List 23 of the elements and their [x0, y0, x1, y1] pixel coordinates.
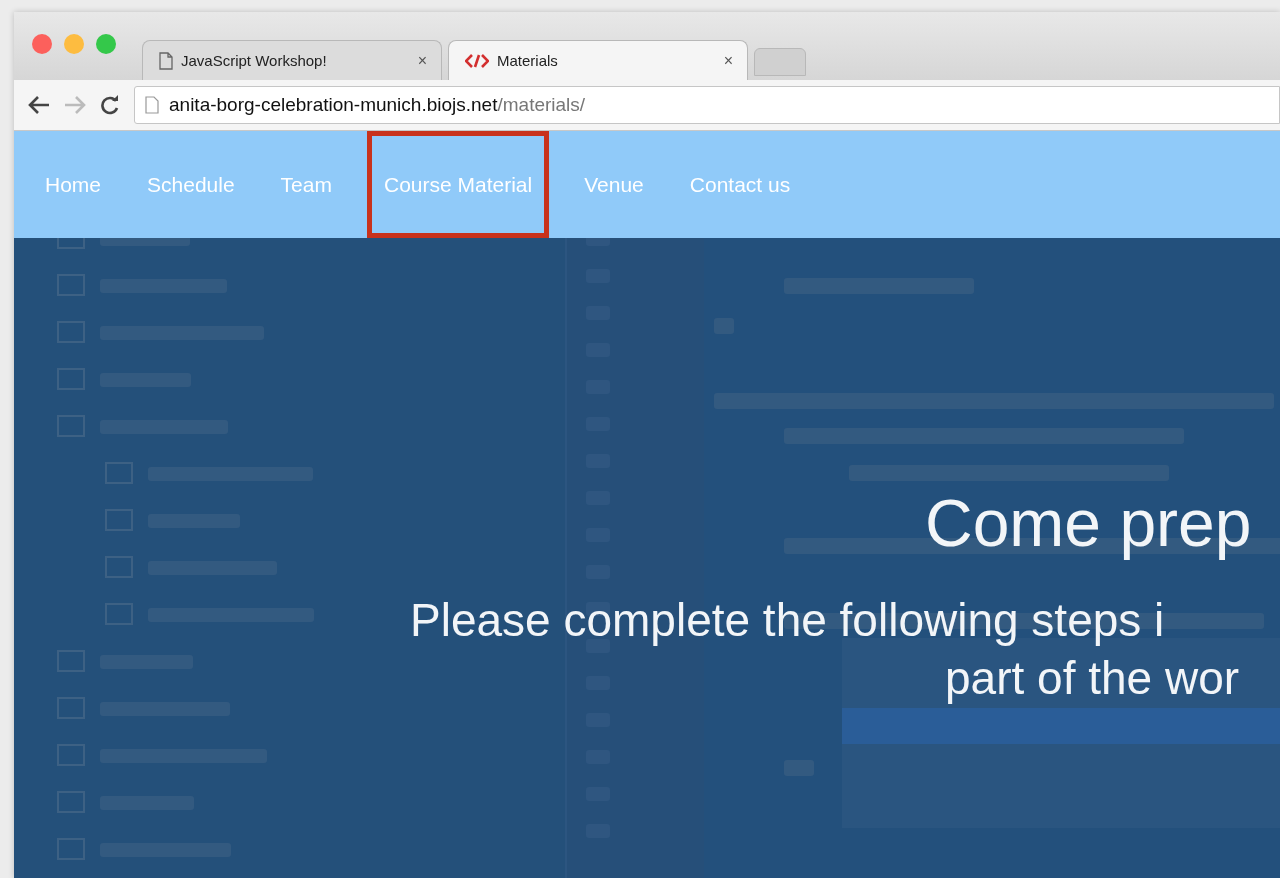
- code-brackets-icon: [465, 53, 489, 68]
- nav-link[interactable]: Schedule: [127, 131, 255, 238]
- nav-link[interactable]: Venue: [564, 131, 664, 238]
- maximize-window-button[interactable]: [96, 34, 116, 54]
- page-icon: [145, 96, 159, 114]
- close-tab-button[interactable]: ×: [417, 51, 427, 70]
- browser-tab[interactable]: JavaScript Workshop! ×: [142, 40, 442, 80]
- minimize-window-button[interactable]: [64, 34, 84, 54]
- nav-link[interactable]: Home: [25, 131, 122, 238]
- nav-link[interactable]: Course Material: [366, 131, 550, 238]
- nav-link[interactable]: Contact us: [669, 131, 811, 238]
- close-tab-button[interactable]: ×: [723, 51, 733, 70]
- hero-subtitle: Please complete the following steps i: [410, 593, 1165, 648]
- address-field[interactable]: anita-borg-celebration-munich.biojs.net/materials/: [134, 86, 1280, 124]
- nav-link[interactable]: Team: [260, 131, 352, 238]
- document-icon: [159, 51, 173, 70]
- new-tab-button[interactable]: [754, 48, 806, 76]
- reload-icon[interactable]: [100, 95, 120, 115]
- browser-tab[interactable]: Materials ×: [448, 40, 748, 80]
- back-icon[interactable]: [28, 95, 50, 115]
- forward-icon[interactable]: [64, 95, 86, 115]
- close-window-button[interactable]: [32, 34, 52, 54]
- hero-subtitle: part of the wor: [945, 650, 1240, 706]
